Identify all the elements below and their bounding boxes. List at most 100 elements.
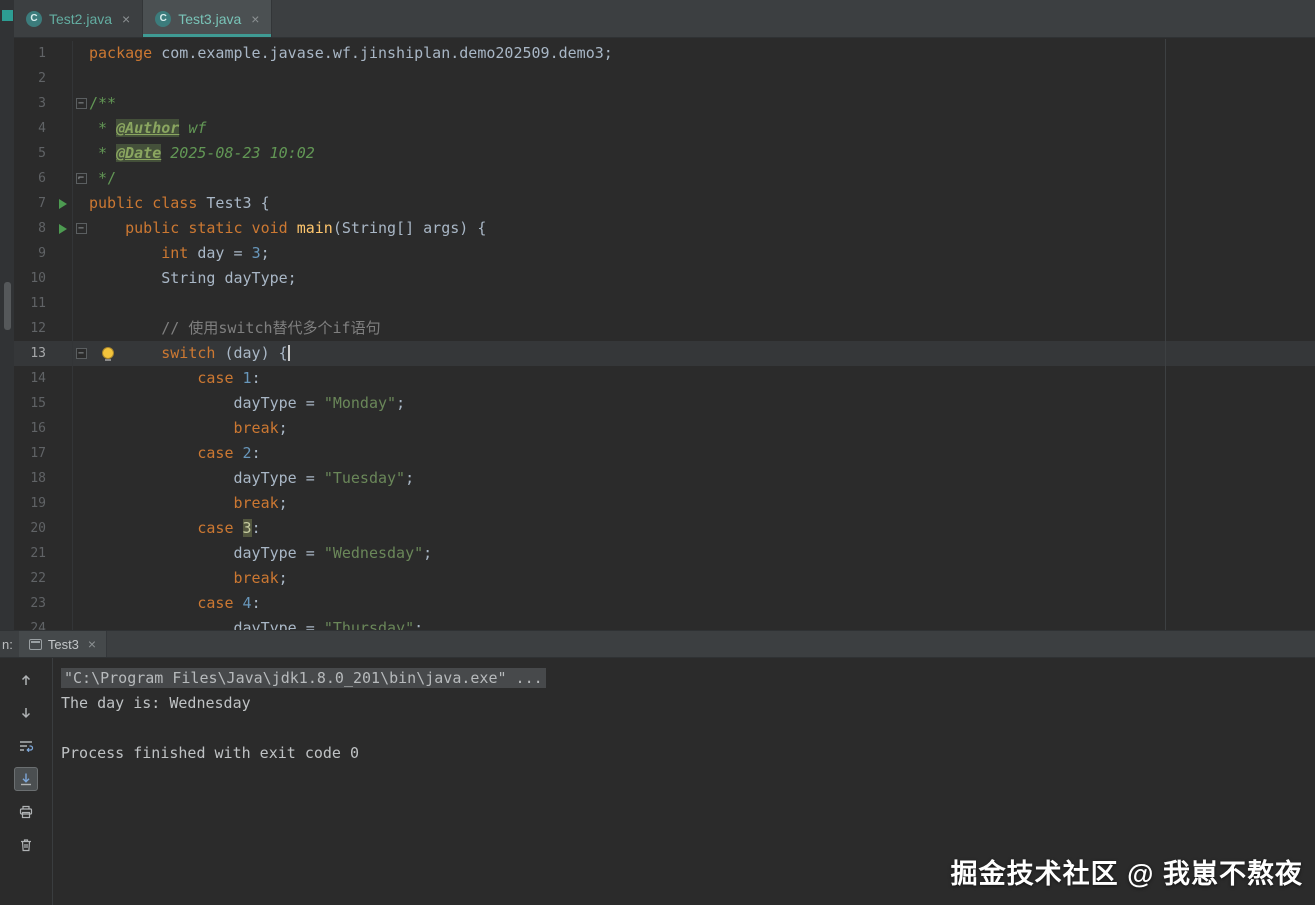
close-icon[interactable]: × <box>88 637 96 651</box>
intention-bulb-icon[interactable] <box>102 347 114 361</box>
code-line[interactable]: 21 dayType = "Wednesday"; <box>14 541 1315 566</box>
code-line[interactable]: 2 <box>14 66 1315 91</box>
run-tab-label: Test3 <box>47 636 79 652</box>
code-text: dayType = "Thursday"; <box>89 619 424 630</box>
code-text: dayType = "Monday"; <box>89 394 406 412</box>
line-number: 4 <box>38 121 46 136</box>
line-number: 3 <box>38 96 46 111</box>
console-toolbar <box>0 658 53 905</box>
code-lines: 1 package com.example.javase.wf.jinshipla… <box>14 39 1315 630</box>
stripe-scroll-thumb <box>4 282 11 330</box>
console-line: The day is: Wednesday <box>61 694 251 712</box>
run-tab-test3[interactable]: Test3 × <box>18 631 108 657</box>
code-editor[interactable]: 1 package com.example.javase.wf.jinshipla… <box>14 39 1315 630</box>
code-text: case 2: <box>197 444 261 462</box>
line-number: 1 <box>38 46 46 61</box>
line-number: 12 <box>30 321 46 336</box>
scroll-to-end-icon[interactable] <box>14 767 38 791</box>
code-line[interactable]: 24 dayType = "Thursday"; <box>14 616 1315 630</box>
code-line[interactable]: 7 public class Test3 { <box>14 191 1315 216</box>
code-line[interactable]: 17 case 2: <box>14 441 1315 466</box>
code-line[interactable]: 16 break; <box>14 416 1315 441</box>
console-icon <box>28 638 42 650</box>
code-line[interactable]: 11 <box>14 291 1315 316</box>
java-class-icon: C <box>26 10 42 27</box>
fold-marker[interactable]: ⌐ <box>75 173 87 184</box>
code-text: break; <box>233 419 288 437</box>
code-line[interactable]: 18 dayType = "Tuesday"; <box>14 466 1315 491</box>
line-number: 22 <box>30 571 46 586</box>
watermark: 掘金技术社区 @ 我崽不熬夜 <box>950 859 1303 889</box>
code-text: // 使用switch替代多个if语句 <box>161 319 381 337</box>
text-caret <box>287 345 290 361</box>
line-number: 14 <box>30 371 46 386</box>
code-line[interactable]: 14 case 1: <box>14 366 1315 391</box>
editor-tab-test3-java[interactable]: C Test3.java × <box>143 0 273 37</box>
run-line-icon[interactable] <box>59 198 67 209</box>
code-line[interactable]: 22 break; <box>14 566 1315 591</box>
print-icon[interactable] <box>14 800 38 824</box>
code-line[interactable]: 23 case 4: <box>14 591 1315 616</box>
line-number: 17 <box>30 446 46 461</box>
line-number: 18 <box>30 471 46 486</box>
code-line[interactable]: 20 case 3: <box>14 516 1315 541</box>
code-text: * @Date 2025-08-23 10:02 <box>89 144 315 162</box>
line-number: 10 <box>30 271 46 286</box>
line-number: 21 <box>30 546 46 561</box>
code-line[interactable]: 12 // 使用switch替代多个if语句 <box>14 316 1315 341</box>
tool-window-icon[interactable] <box>2 10 13 21</box>
line-number: 15 <box>30 396 46 411</box>
code-text: int day = 3; <box>161 244 270 262</box>
run-panel-header: n: Test3 × <box>0 630 1315 658</box>
line-number: 5 <box>38 146 46 161</box>
editor-tab-test2-java[interactable]: C Test2.java × <box>14 0 144 37</box>
code-text: dayType = "Wednesday"; <box>89 544 433 562</box>
run-line-icon[interactable] <box>59 223 67 234</box>
fold-marker[interactable]: − <box>75 348 87 359</box>
line-number: 7 <box>38 196 46 211</box>
code-text: /** <box>89 94 117 112</box>
line-number: 19 <box>30 496 46 511</box>
code-line[interactable]: 9 int day = 3; <box>14 241 1315 266</box>
down-arrow-icon[interactable] <box>14 701 38 725</box>
code-line[interactable]: 19 break; <box>14 491 1315 516</box>
line-number: 24 <box>30 621 46 630</box>
code-text: switch (day) { <box>161 344 290 362</box>
code-text: String dayType; <box>89 269 297 287</box>
console-line: Process finished with exit code 0 <box>61 744 360 762</box>
code-text: break; <box>233 494 288 512</box>
line-number: 13 <box>30 346 46 361</box>
code-text: break; <box>233 569 288 587</box>
code-text: case 1: <box>197 369 261 387</box>
right-margin-guide <box>1165 39 1166 630</box>
clear-icon[interactable] <box>14 833 38 857</box>
tool-window-stripe <box>0 0 14 630</box>
code-line[interactable]: 6 ⌐ */ <box>14 166 1315 191</box>
up-arrow-icon[interactable] <box>14 668 38 692</box>
editor-tab-bar: C Test2.java × C Test3.java × <box>14 0 1315 38</box>
line-number: 11 <box>30 296 46 311</box>
line-number: 2 <box>38 71 46 86</box>
code-line[interactable]: 10 String dayType; <box>14 266 1315 291</box>
code-line[interactable]: 5 * @Date 2025-08-23 10:02 <box>14 141 1315 166</box>
code-line[interactable]: 8 − public static void main(String[] args… <box>14 216 1315 241</box>
tab-label: Test2.java <box>49 10 113 27</box>
code-line[interactable]: 4 * @Author wf <box>14 116 1315 141</box>
fold-marker[interactable]: − <box>75 223 87 234</box>
code-line[interactable]: 1 package com.example.javase.wf.jinshipla… <box>14 41 1315 66</box>
code-text: case 4: <box>197 594 261 612</box>
close-icon[interactable]: × <box>122 12 130 26</box>
fold-marker[interactable]: − <box>75 98 87 109</box>
code-line[interactable]: 13 − switch (day) { <box>14 341 1315 366</box>
run-window-label: n: <box>2 636 13 652</box>
soft-wrap-icon[interactable] <box>14 734 38 758</box>
code-text: dayType = "Tuesday"; <box>89 469 415 487</box>
console-command-line: "C:\Program Files\Java\jdk1.8.0_201\bin\… <box>61 668 546 688</box>
console-line: "C:\Program Files\Java\jdk1.8.0_201\bin\… <box>61 666 1315 691</box>
code-line[interactable]: 15 dayType = "Monday"; <box>14 391 1315 416</box>
code-line[interactable]: 3 −/** <box>14 91 1315 116</box>
line-number: 6 <box>38 171 46 186</box>
close-icon[interactable]: × <box>251 12 259 26</box>
line-number: 16 <box>30 421 46 436</box>
